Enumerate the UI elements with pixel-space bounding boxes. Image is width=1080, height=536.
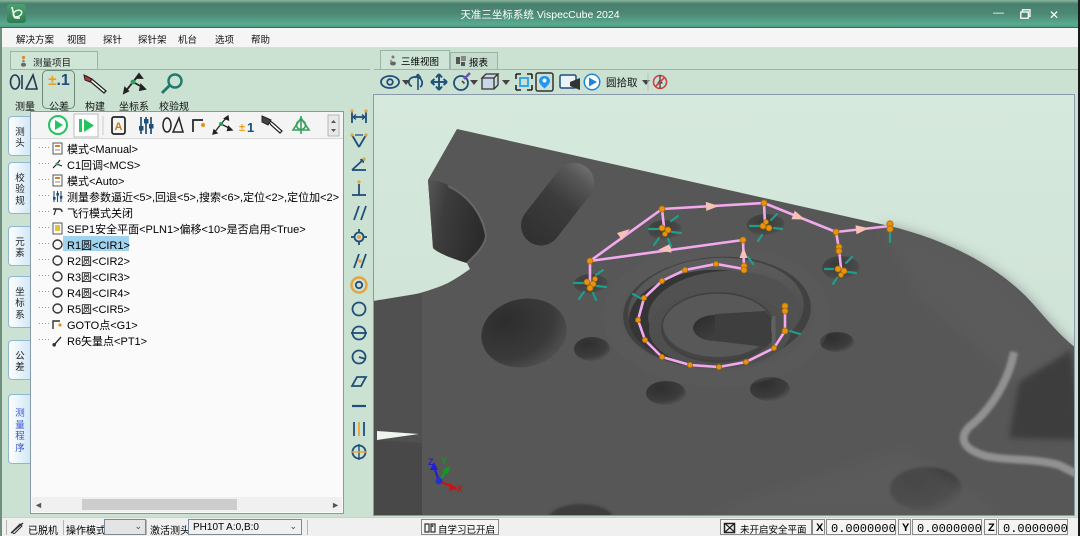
svg-text:X: X: [457, 484, 463, 494]
svg-text:圆拾取: 圆拾取: [606, 76, 638, 89]
svg-text:±: ±: [239, 122, 245, 134]
svg-text:Y: Y: [441, 456, 447, 466]
svg-text:A: A: [115, 121, 123, 133]
svg-text:Z: Z: [428, 457, 434, 467]
svg-text:1: 1: [247, 120, 254, 135]
